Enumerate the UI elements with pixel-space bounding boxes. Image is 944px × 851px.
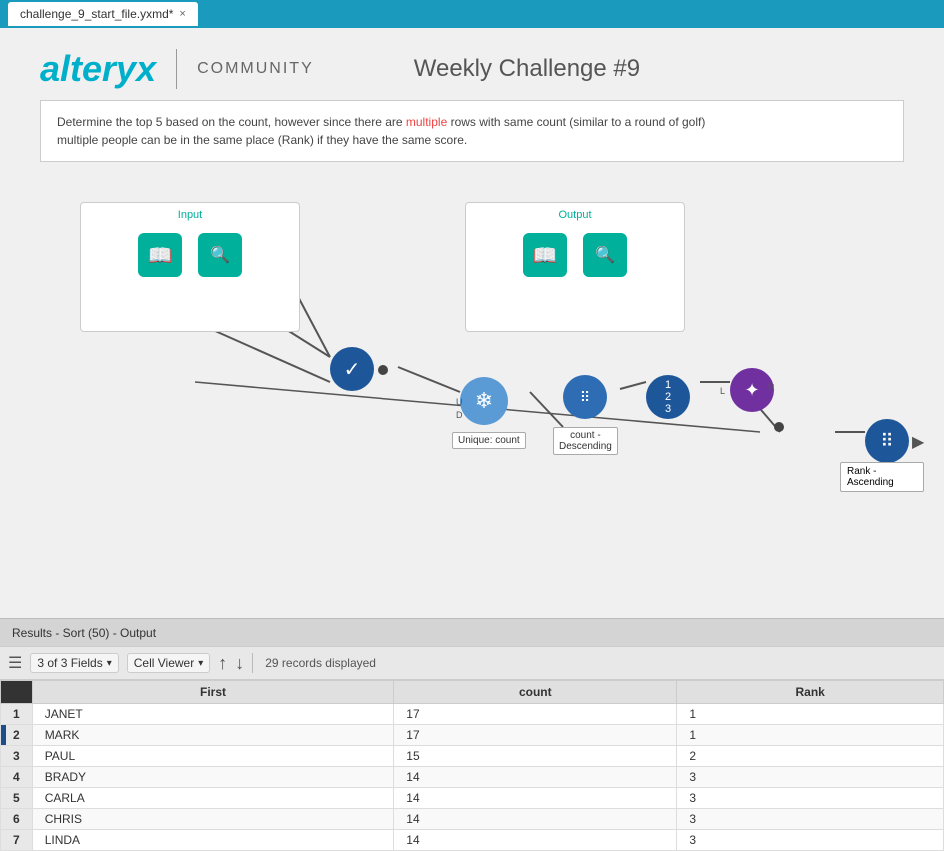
cell-rank: 3 [677, 809, 944, 830]
cell-record: 3 [1, 746, 33, 767]
table-row: 6CHRIS143 [1, 809, 944, 830]
multirow-tool[interactable]: 123 [646, 375, 690, 419]
cell-count: 14 [394, 767, 677, 788]
cell-count: 15 [394, 746, 677, 767]
cell-rank: 2 [677, 746, 944, 767]
list-icon: ☰ [8, 653, 22, 673]
desc-text-1: Determine the top 5 based on the count, … [57, 113, 887, 131]
rank-label: Rank - Ascending [840, 462, 924, 492]
cell-record: 2 [1, 725, 33, 746]
desc-text-2: multiple people can be in the same place… [57, 131, 887, 149]
cell-first: CARLA [32, 788, 394, 809]
input-label: Input [81, 203, 299, 223]
tab-bar: challenge_9_start_file.yxmd* × [0, 0, 944, 28]
results-bar-label: Results - Sort (50) - Output [12, 626, 156, 640]
union-output-connector [378, 365, 388, 375]
row-indicator [1, 725, 6, 745]
cell-viewer-btn[interactable]: Cell Viewer ▾ [127, 653, 211, 673]
cell-count: 14 [394, 809, 677, 830]
community-label: COMMUNITY [197, 60, 314, 78]
header-divider [176, 49, 177, 89]
join-output-connector [774, 422, 784, 432]
data-table: First count Rank 1JANET1712MARK1713PAUL1… [0, 680, 944, 851]
cell-first: CHRIS [32, 809, 394, 830]
output-tools: 📖 🔍 [466, 233, 684, 277]
records-count-label: 29 records displayed [265, 656, 376, 670]
unique-tool[interactable]: ❄ [460, 377, 508, 425]
output-box: Output 📖 🔍 [465, 202, 685, 332]
results-toolbar: ☰ 3 of 3 Fields ▾ Cell Viewer ▾ ↑ ↓ 29 r… [0, 646, 944, 680]
input-book-tool[interactable]: 📖 [138, 233, 182, 277]
cell-rank: 1 [677, 725, 944, 746]
app-header: alteryx COMMUNITY Weekly Challenge #9 [0, 28, 944, 100]
unique-u-label: U [456, 397, 463, 407]
output-book-tool[interactable]: 📖 [523, 233, 567, 277]
cell-count: 14 [394, 830, 677, 851]
unique-label: Unique: count [452, 432, 526, 449]
cell-viewer-label: Cell Viewer [134, 656, 194, 670]
workflow-canvas: Input 📖 🔍 Output 📖 🔍 ✓ ❄ U D Unique: cou… [20, 182, 924, 522]
table-row: 4BRADY143 [1, 767, 944, 788]
cell-first: JANET [32, 704, 394, 725]
col-header-first[interactable]: First [32, 681, 394, 704]
unique-d-label: D [456, 410, 463, 420]
highlight-text: multiple [406, 115, 447, 129]
input-browse-tool[interactable]: 🔍 [198, 233, 242, 277]
join-l-label: L [720, 386, 725, 396]
output-browse-tool[interactable]: 🔍 [583, 233, 627, 277]
cell-record: 5 [1, 788, 33, 809]
rank-output-arrow: ▶ [912, 432, 924, 452]
table-row: 2MARK171 [1, 725, 944, 746]
col-header-record[interactable] [1, 681, 33, 704]
cell-first: MARK [32, 725, 394, 746]
cell-record: 1 [1, 704, 33, 725]
cell-first: PAUL [32, 746, 394, 767]
sort-tool[interactable]: ⠿ [563, 375, 607, 419]
toolbar-separator [252, 653, 253, 673]
sort-label: count -Descending [553, 427, 618, 455]
cell-count: 14 [394, 788, 677, 809]
input-box: Input 📖 🔍 [80, 202, 300, 332]
cell-first: LINDA [32, 830, 394, 851]
col-header-count[interactable]: count [394, 681, 677, 704]
cell-rank: 3 [677, 767, 944, 788]
cell-rank: 3 [677, 788, 944, 809]
col-header-rank[interactable]: Rank [677, 681, 944, 704]
union-tool[interactable]: ✓ [330, 347, 374, 391]
cell-record: 6 [1, 809, 33, 830]
file-tab[interactable]: challenge_9_start_file.yxmd* × [8, 2, 198, 26]
table-header-row: First count Rank [1, 681, 944, 704]
fields-selector[interactable]: 3 of 3 Fields ▾ [30, 653, 118, 673]
table-row: 1JANET171 [1, 704, 944, 725]
join-r-label: R [768, 382, 775, 392]
table-row: 3PAUL152 [1, 746, 944, 767]
cell-first: BRADY [32, 767, 394, 788]
cell-record: 7 [1, 830, 33, 851]
output-label: Output [466, 203, 684, 223]
input-tools: 📖 🔍 [81, 233, 299, 277]
cell-rank: 3 [677, 830, 944, 851]
table-row: 7LINDA143 [1, 830, 944, 851]
data-table-wrapper: First count Rank 1JANET1712MARK1713PAUL1… [0, 680, 944, 851]
fields-dropdown-arrow: ▾ [107, 658, 112, 669]
tab-label: challenge_9_start_file.yxmd* [20, 7, 173, 21]
viewer-dropdown-arrow: ▾ [198, 658, 203, 669]
table-row: 5CARLA143 [1, 788, 944, 809]
description-box: Determine the top 5 based on the count, … [40, 100, 904, 162]
results-bar: Results - Sort (50) - Output [0, 618, 944, 646]
sort-ascending-btn[interactable]: ↑ [218, 653, 227, 674]
alteryx-logo: alteryx [40, 48, 156, 90]
cell-count: 17 [394, 704, 677, 725]
challenge-title: Weekly Challenge #9 [414, 55, 640, 83]
fields-label: 3 of 3 Fields [37, 656, 102, 670]
sort-descending-btn[interactable]: ↓ [235, 653, 244, 674]
rank-tool[interactable]: ⠿ [865, 419, 909, 463]
tab-close-button[interactable]: × [179, 8, 185, 20]
canvas-area: alteryx COMMUNITY Weekly Challenge #9 De… [0, 28, 944, 618]
cell-count: 17 [394, 725, 677, 746]
cell-record: 4 [1, 767, 33, 788]
cell-rank: 1 [677, 704, 944, 725]
